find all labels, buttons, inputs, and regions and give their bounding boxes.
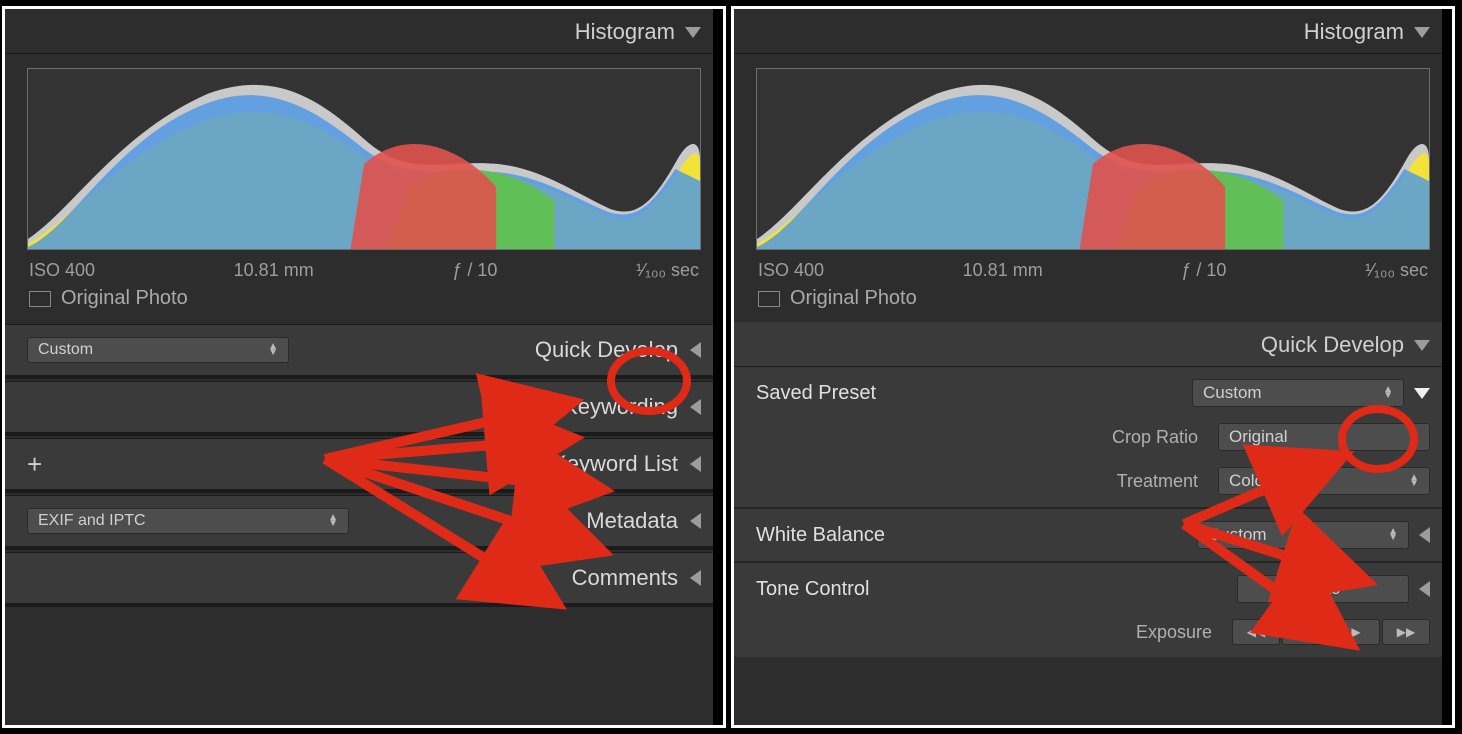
meta-aperture: ƒ / 10 [1181, 260, 1226, 281]
stepper-arrows-icon: ▲▼ [1388, 529, 1398, 541]
treatment-row: Treatment Color ▲▼ [734, 459, 1452, 503]
original-photo-row[interactable]: Original Photo [734, 287, 1452, 322]
saved-preset-disclosure-icon[interactable] [1414, 388, 1430, 399]
meta-shutter: ¹⁄₁₀₀ sec [636, 260, 699, 281]
histogram-header[interactable]: Histogram [5, 9, 723, 54]
section-keyword-list[interactable]: + Keyword List [5, 438, 723, 490]
section-metadata[interactable]: EXIF and IPTC ▲▼ Metadata [5, 495, 723, 547]
metadata-set-dropdown[interactable]: EXIF and IPTC ▲▼ [27, 508, 349, 534]
treatment-label: Treatment [1117, 471, 1198, 492]
meta-iso: ISO 400 [758, 260, 824, 281]
original-photo-label: Original Photo [61, 287, 188, 310]
section-comments[interactable]: Comments [5, 552, 723, 604]
tone-control-label: Tone Control [756, 578, 869, 601]
stepper-arrows-icon: ▲▼ [328, 515, 338, 527]
stepper-arrows-icon: ▲▼ [268, 344, 278, 356]
white-balance-dropdown[interactable]: Custom ▲▼ [1197, 521, 1409, 549]
histogram-meta: ISO 400 10.81 mm ƒ / 10 ¹⁄₁₀₀ sec [5, 256, 723, 287]
crop-ratio-label: Crop Ratio [1112, 427, 1198, 448]
chevron-left-icon[interactable] [1419, 581, 1430, 597]
stepper-arrows-icon: ▲▼ [1409, 475, 1419, 487]
histogram-meta: ISO 400 10.81 mm ƒ / 10 ¹⁄₁₀₀ sec [734, 256, 1452, 287]
chevron-left-icon[interactable] [690, 570, 701, 586]
meta-aperture: ƒ / 10 [452, 260, 497, 281]
saved-preset-dropdown[interactable]: Custom ▲▼ [1192, 379, 1404, 407]
original-photo-row[interactable]: Original Photo [5, 287, 723, 322]
comments-label: Comments [572, 565, 678, 591]
exposure-stepper[interactable]: ◀◀ ◀ ▶ ▶▶ [1232, 619, 1430, 645]
exposure-increase[interactable]: ▶ [1332, 619, 1380, 645]
chevron-left-icon[interactable] [690, 456, 701, 472]
meta-iso: ISO 400 [29, 260, 95, 281]
stepper-arrows-icon: ▲▼ [1383, 387, 1393, 399]
section-keywording[interactable]: Keywording [5, 381, 723, 433]
original-photo-checkbox[interactable] [758, 291, 780, 307]
exposure-decrease[interactable]: ◀ [1282, 619, 1330, 645]
chevron-left-icon[interactable] [690, 513, 701, 529]
chevron-left-icon[interactable] [690, 399, 701, 415]
auto-tone-button[interactable]: Auto [1237, 575, 1409, 603]
exposure-row: Exposure ◀◀ ◀ ▶ ▶▶ [734, 611, 1452, 653]
meta-shutter: ¹⁄₁₀₀ sec [1365, 260, 1428, 281]
white-balance-row: White Balance Custom ▲▼ [734, 513, 1452, 557]
right-panel: Histogram ISO 400 10.81 mm ƒ / 10 ¹⁄₁₀₀ … [731, 6, 1455, 728]
histogram-header[interactable]: Histogram [734, 9, 1452, 54]
exposure-label: Exposure [1136, 622, 1212, 643]
quick-develop-header[interactable]: Quick Develop [734, 322, 1452, 367]
chevron-down-icon[interactable] [1414, 340, 1430, 351]
saved-preset-label: Saved Preset [756, 382, 876, 405]
crop-ratio-row: Crop Ratio Original ▲▼ [734, 415, 1452, 459]
histogram-title: Histogram [575, 19, 675, 45]
histogram-chart [27, 68, 701, 250]
original-photo-checkbox[interactable] [29, 291, 51, 307]
metadata-label: Metadata [586, 508, 678, 534]
saved-preset-row: Saved Preset Custom ▲▼ [734, 371, 1452, 415]
crop-ratio-dropdown[interactable]: Original ▲▼ [1218, 423, 1430, 451]
stepper-arrows-icon: ▲▼ [1409, 431, 1419, 443]
exposure-big-increase[interactable]: ▶▶ [1382, 619, 1430, 645]
quick-develop-title: Quick Develop [1261, 332, 1404, 358]
histogram-chart [756, 68, 1430, 250]
chevron-down-icon[interactable] [1414, 27, 1430, 38]
keyword-list-label: Keyword List [552, 451, 678, 477]
add-keyword-button[interactable]: + [27, 449, 42, 480]
chevron-left-icon[interactable] [690, 342, 701, 358]
quick-develop-body: Saved Preset Custom ▲▼ Crop Ratio Origin… [734, 367, 1452, 657]
histogram-title: Histogram [1304, 19, 1404, 45]
meta-focal: 10.81 mm [234, 260, 314, 281]
left-panel: Histogram ISO 400 10.81 mm ƒ / 10 ¹⁄₁₀₀ … [2, 6, 726, 728]
keywording-label: Keywording [563, 394, 678, 420]
section-quick-develop[interactable]: Custom ▲▼ Quick Develop [5, 324, 723, 376]
chevron-down-icon[interactable] [685, 27, 701, 38]
white-balance-label: White Balance [756, 524, 885, 547]
quick-develop-label: Quick Develop [535, 337, 678, 363]
quick-develop-preset-dropdown[interactable]: Custom ▲▼ [27, 337, 289, 363]
meta-focal: 10.81 mm [963, 260, 1043, 281]
exposure-big-decrease[interactable]: ◀◀ [1232, 619, 1280, 645]
chevron-left-icon[interactable] [1419, 527, 1430, 543]
tone-control-row: Tone Control Auto [734, 567, 1452, 611]
original-photo-label: Original Photo [790, 287, 917, 310]
treatment-dropdown[interactable]: Color ▲▼ [1218, 467, 1430, 495]
